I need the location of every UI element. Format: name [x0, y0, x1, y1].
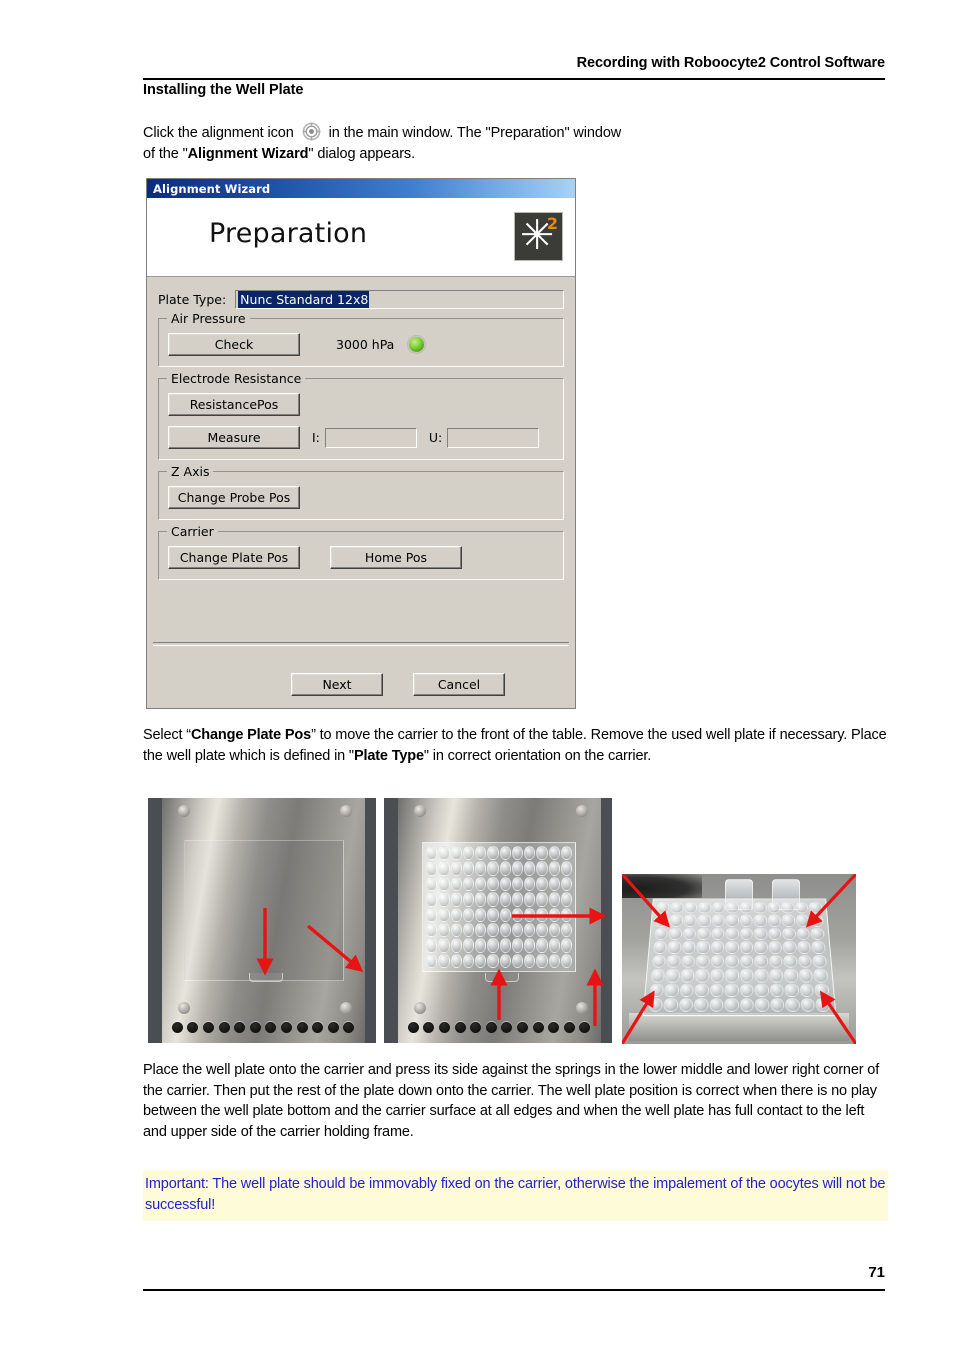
important-note-box: Important: The well plate should be immo… [143, 1170, 888, 1221]
header-rule [143, 78, 885, 80]
current-label: I: [312, 430, 320, 445]
cable-shadow [622, 874, 702, 898]
plate-type-input[interactable]: Nunc Standard 12x8 [235, 290, 564, 309]
dialog-titlebar[interactable]: Alignment Wizard [147, 179, 575, 198]
screw-bottom-right [340, 1001, 353, 1014]
dialog-title: Alignment Wizard [153, 181, 271, 196]
screw-bottom-left [177, 1001, 190, 1014]
mid-part3: " in correct orientation on the carrier. [423, 747, 652, 764]
intro-line2-after: " dialog appears. [308, 146, 416, 162]
air-pressure-group: Air Pressure Check 3000 hPa [158, 311, 564, 367]
electrode-resistance-group: Electrode Resistance ResistancePos Measu… [158, 371, 564, 460]
mid-paragraph: Select “Change Plate Pos” to move the ca… [143, 725, 888, 766]
page-title: Installing the Well Plate [143, 82, 304, 98]
running-header: Recording with Roboocyte2 Control Softwa… [576, 55, 885, 71]
voltage-label: U: [428, 430, 443, 445]
air-pressure-led-icon [408, 336, 426, 353]
spring-tab-middle-2 [484, 973, 520, 982]
vent-hole-row-2 [402, 1015, 597, 1040]
page-number: 71 [868, 1264, 885, 1281]
cancel-button[interactable]: Cancel [413, 673, 505, 696]
intro-line2-before: of the " [143, 146, 188, 162]
spring-tab-middle [248, 973, 284, 982]
change-plate-pos-button[interactable]: Change Plate Pos [168, 546, 300, 569]
vent-hole-row [166, 1015, 361, 1040]
z-axis-group: Z Axis Change Probe Pos [158, 464, 564, 520]
plate-type-label: Plate Type: [158, 292, 227, 307]
measure-button[interactable]: Measure [168, 426, 300, 449]
empty-carrier-photo [148, 798, 376, 1043]
resistance-pos-button[interactable]: ResistancePos [168, 393, 300, 416]
alignment-wizard-dialog: Alignment Wizard Preparation ✳ 2 Plate T… [146, 178, 576, 709]
z-axis-legend: Z Axis [167, 464, 214, 479]
mid-bold2: Plate Type [353, 747, 424, 764]
screw-top-right-2 [576, 805, 589, 818]
current-field[interactable] [324, 427, 417, 448]
check-button[interactable]: Check [168, 333, 300, 356]
screw-top-right [340, 805, 353, 818]
carrier-metal-surface-2 [397, 798, 601, 1043]
change-probe-pos-button[interactable]: Change Probe Pos [168, 486, 300, 509]
plate-type-value: Nunc Standard 12x8 [238, 291, 370, 308]
dialog-banner: Preparation ✳ 2 [147, 198, 575, 277]
air-pressure-value: 3000 hPa [336, 337, 395, 352]
next-button[interactable]: Next [291, 673, 383, 696]
banner-title: Preparation [209, 218, 368, 249]
well-plate-96 [422, 842, 577, 972]
alignment-target-icon [302, 122, 321, 141]
screw-top-left [177, 805, 190, 818]
screw-bottom-left-2 [413, 1001, 426, 1014]
angled-plate-photo [622, 874, 856, 1044]
well-plate-angled [642, 898, 836, 1017]
lower-paragraph: Place the well plate onto the carrier an… [143, 1062, 880, 1140]
dialog-body: Plate Type: Nunc Standard 12x8 Air Press… [147, 277, 575, 580]
voltage-field[interactable] [447, 427, 540, 448]
mid-bold1: Change Plate Pos [190, 727, 312, 743]
logo-superscript: 2 [546, 214, 558, 233]
electrode-resistance-legend: Electrode Resistance [167, 371, 306, 386]
dialog-footer: Next Cancel [147, 673, 575, 696]
footer-rule [143, 1289, 885, 1291]
carrier-recess [183, 839, 345, 982]
intro-line2-bold: Alignment Wizard [187, 146, 309, 162]
dialog-footer-separator [153, 642, 569, 646]
carrier-metal-surface [161, 798, 365, 1043]
carrier-group: Carrier Change Plate Pos Home Pos [158, 524, 564, 580]
mid-part1: Select “ [143, 727, 191, 743]
intro-text-after: in the main window. The "Preparation" wi… [328, 125, 622, 141]
installed-plate-photo [384, 798, 612, 1043]
plate-type-row: Plate Type: Nunc Standard 12x8 [158, 290, 564, 309]
air-pressure-legend: Air Pressure [167, 311, 250, 326]
carrier-base-plate [629, 1013, 849, 1041]
screw-top-left-2 [413, 805, 426, 818]
screw-bottom-right-2 [576, 1001, 589, 1014]
multichannel-systems-logo: ✳ 2 [514, 212, 563, 261]
intro-paragraph: Click the alignment icon in the main win… [143, 122, 883, 165]
carrier-legend: Carrier [167, 524, 218, 539]
important-note-text: Important: The well plate should be immo… [145, 1176, 886, 1213]
home-pos-button[interactable]: Home Pos [330, 546, 462, 569]
intro-text-before: Click the alignment icon [143, 125, 294, 141]
